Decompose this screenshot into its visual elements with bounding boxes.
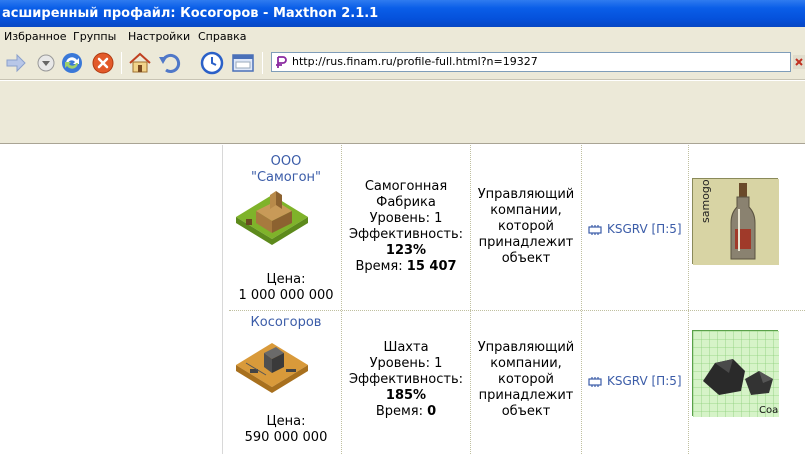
menu-help[interactable]: Справка [196, 27, 248, 46]
price-value: 1 000 000 000 [238, 288, 334, 303]
efficiency-label: Эффективность: [348, 227, 464, 242]
time-value: 15 407 [406, 259, 457, 274]
forward-arrow-icon[interactable] [4, 51, 28, 75]
column-divider [688, 145, 689, 454]
left-pane [0, 145, 222, 454]
screen-icon[interactable] [231, 51, 255, 75]
price-block: Цена: 590 000 000 [232, 414, 340, 446]
status-text: Управляющий компании, которой принадлежи… [472, 340, 580, 420]
object-level: Уровень: 1 [369, 356, 443, 371]
company-name-line1: ООО [270, 154, 302, 169]
product-label: samogon [699, 179, 712, 223]
company-name-link[interactable]: ООО "Самогон" [232, 154, 340, 186]
price-label: Цена: [266, 414, 306, 429]
row-divider [229, 310, 805, 311]
toolbar-separator [121, 52, 122, 74]
bottle-icon: samogon [693, 179, 779, 265]
owner-link[interactable]: KSGRV [П:5] [587, 222, 682, 236]
address-url: http://rus.finam.ru/profile-full.html?n=… [292, 55, 538, 68]
product-label: Coal [759, 405, 779, 416]
object-level: Уровень: 1 [369, 211, 443, 226]
status-line: которой [498, 219, 554, 234]
status-line: компании, [490, 356, 562, 371]
object-type-line2: Фабрика [376, 195, 436, 210]
efficiency-label: Эффективность: [348, 372, 464, 387]
price-label: Цена: [266, 272, 306, 287]
menu-bar: Избранное Группы Настройки Справка [0, 27, 805, 46]
window-titlebar: асширенный профайл: Косогоров - Maxthon … [0, 0, 805, 27]
object-info: Самогонная Фабрика Уровень: 1 Эффективно… [343, 179, 469, 275]
owner-icon [588, 376, 602, 387]
coal-icon: Coal [693, 331, 779, 417]
menu-settings[interactable]: Настройки [126, 27, 192, 46]
home-icon[interactable] [128, 51, 152, 75]
company-name-line1: Косогоров [250, 315, 322, 330]
status-line: принадлежит [478, 235, 574, 250]
owner-icon [588, 224, 602, 235]
toolbar: http://rus.finam.ru/profile-full.html?n=… [0, 46, 805, 80]
product-image-samogon: samogon [692, 178, 779, 265]
time-label: Время: [375, 404, 423, 419]
toolbar-separator [262, 52, 263, 74]
refresh-icon[interactable] [60, 51, 84, 75]
tab-bar-area [0, 81, 805, 144]
product-image-coal: Coal [692, 330, 779, 417]
owner-label: KSGRV [П:5] [607, 374, 682, 388]
page-content: ООО "Самогон" Цена: 1 000 000 000 Самого… [0, 145, 805, 454]
menu-groups[interactable]: Группы [71, 27, 118, 46]
factory-building-icon [236, 191, 308, 245]
close-tab-icon[interactable] [793, 55, 805, 69]
time-value: 0 [427, 404, 437, 419]
efficiency-value: 123% [385, 243, 427, 258]
status-line: Управляющий [477, 187, 575, 202]
price-value: 590 000 000 [244, 430, 328, 445]
price-block: Цена: 1 000 000 000 [232, 272, 340, 304]
status-line: компании, [490, 203, 562, 218]
ruble-site-icon [276, 56, 287, 68]
status-line: принадлежит [478, 388, 574, 403]
owner-label: KSGRV [П:5] [607, 222, 682, 236]
address-bar[interactable]: http://rus.finam.ru/profile-full.html?n=… [271, 52, 791, 72]
history-clock-icon[interactable] [200, 51, 224, 75]
status-line: объект [501, 404, 551, 419]
object-type: Шахта [383, 340, 429, 355]
window-title: асширенный профайл: Косогоров - Maxthon … [2, 6, 379, 21]
status-line: объект [501, 251, 551, 266]
company-name-link[interactable]: Косогоров [232, 315, 340, 331]
column-divider [341, 145, 342, 454]
content-border [222, 145, 229, 454]
status-line: Управляющий [477, 340, 575, 355]
column-divider [581, 145, 582, 454]
object-type: Самогонная [364, 179, 448, 194]
stop-icon[interactable] [91, 51, 115, 75]
owner-link[interactable]: KSGRV [П:5] [587, 374, 682, 388]
mine-building-icon [236, 343, 308, 393]
object-info: Шахта Уровень: 1 Эффективность: 185% Вре… [343, 340, 469, 420]
column-divider [470, 145, 471, 454]
menu-favorites[interactable]: Избранное [2, 27, 68, 46]
undo-icon[interactable] [158, 51, 182, 75]
efficiency-value: 185% [385, 388, 427, 403]
dropdown-icon[interactable] [34, 51, 58, 75]
status-line: которой [498, 372, 554, 387]
time-label: Время: [355, 259, 403, 274]
company-name-line2: "Самогон" [250, 170, 322, 185]
status-text: Управляющий компании, которой принадлежи… [472, 187, 580, 267]
